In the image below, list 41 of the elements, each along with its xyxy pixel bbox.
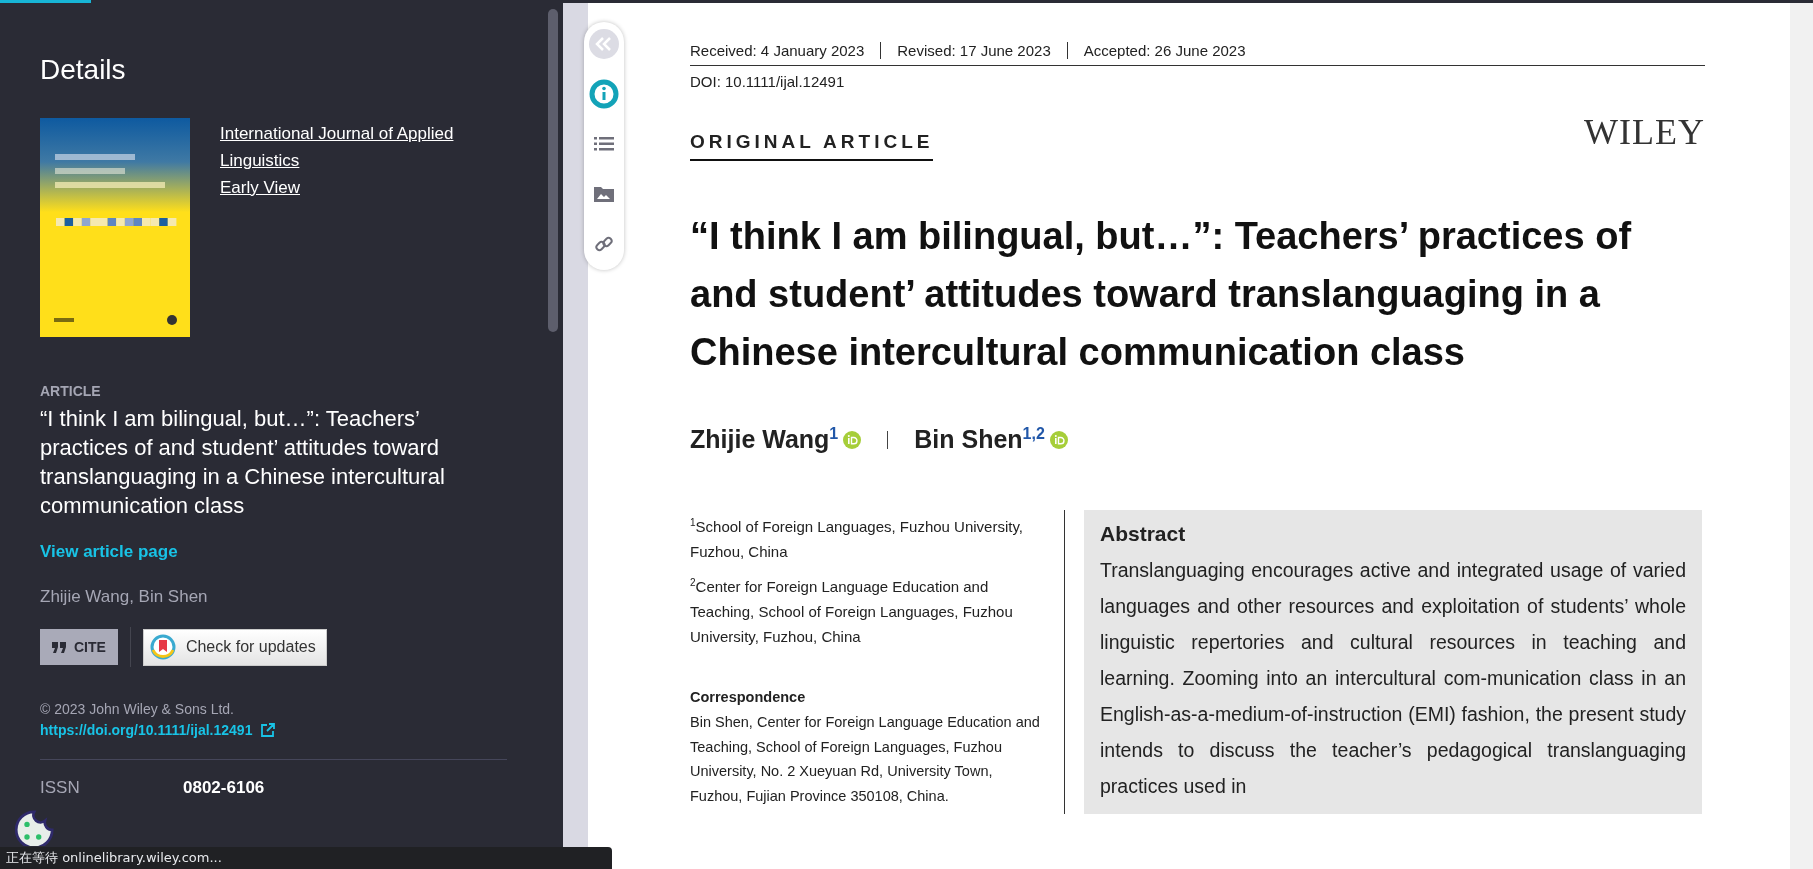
author-name: Zhijie Wang$^{1}$ — [690, 425, 839, 455]
orcid-icon[interactable] — [1049, 430, 1068, 449]
cite-button[interactable]: CITE — [40, 629, 118, 665]
abstract-text: Translanguaging encourages active and integrated usage of varied languages and other resources and exploitation of students’ whole linguistic repertories and cultural resources in teaching and learning. Zooming into an intercultural com-munication class in an English-as-a-medium-of-instruction (EMI) fashion, the present study intends to discuss the teacher’s pedagogical translanguaging practices used in — [1100, 558, 1686, 800]
issn-label: ISSN — [40, 778, 81, 798]
correspondence-text: Bin Shen, Center for Foreign Language Education and Teaching, School of Foreign Languages, Fuzhou University, No. 2 Xueyuan Rd, University Town, Fuzhou, Fujian Province 350108, China. — [690, 713, 1041, 806]
view-article-link[interactable]: View article page — [40, 542, 178, 562]
section-label: ORIGINAL ARTICLE — [690, 121, 934, 161]
doi-link[interactable]: https://doi.org/10.1111/ijal.12491 — [40, 722, 276, 738]
article-title: “I think I am bilingual, but…”: Teachers’ practices of and student’ attitudes toward translanguaging in a Chinese intercultural communication class — [40, 405, 446, 520]
issue-link[interactable]: Early View — [220, 174, 300, 201]
abstract-heading: Abstract — [1100, 522, 1186, 547]
collapse-icon — [589, 29, 619, 59]
author-name: Bin Shen$^{1,2}$ — [914, 425, 1045, 455]
date-text: Accepted: 26 June 2023 — [1066, 42, 1262, 59]
image-folder-icon — [594, 186, 614, 202]
link-icon — [595, 235, 613, 253]
journal-link[interactable]: International Journal of Applied Linguistics — [220, 120, 500, 174]
section-label: ARTICLE — [40, 383, 101, 399]
orcid-icon[interactable] — [843, 430, 862, 449]
status-bar: 正在等待 onlinelibrary.wiley.com... — [0, 847, 612, 869]
date-text: Revised: 17 June 2023 — [880, 42, 1067, 59]
info-tool-button[interactable] — [588, 78, 620, 110]
doi-text: DOI: 10.1111/ijal.12491 — [690, 73, 845, 90]
bookmark-badge-icon — [149, 634, 176, 660]
copyright-text: © 2023 John Wiley & Sons Ltd. — [40, 701, 234, 717]
affiliation-text: $^{2}$Center for Foreign Language Education and Teaching, School of Foreign Languages, Fuzhou University, Fuzhou, China — [690, 576, 1014, 648]
check-updates-button[interactable]: Check for updates — [142, 628, 327, 666]
issn-value: 0802-6106 — [183, 778, 265, 798]
publisher-logo: WILEY — [1584, 111, 1705, 153]
affiliation-text: $^{1}$School of Foreign Languages, Fuzhou University, Fuzhou, China — [690, 516, 1024, 563]
correspondence-label: Correspondence — [690, 688, 806, 708]
info-icon — [589, 79, 619, 109]
panel-heading: Details — [40, 54, 126, 86]
list-icon — [594, 137, 614, 151]
date-text: Received: 4 January 2023 — [690, 42, 866, 59]
article-title: “I think I am bilingual, but…”: Teachers’ practices of and student’ attitudes toward translanguaging in a Chinese intercultural communication class — [690, 214, 1633, 375]
authors-text: Zhijie Wang, Bin Shen — [40, 587, 208, 607]
scrollbar-thumb[interactable] — [548, 9, 558, 332]
external-link-icon — [260, 722, 276, 738]
quote-icon — [52, 641, 66, 653]
